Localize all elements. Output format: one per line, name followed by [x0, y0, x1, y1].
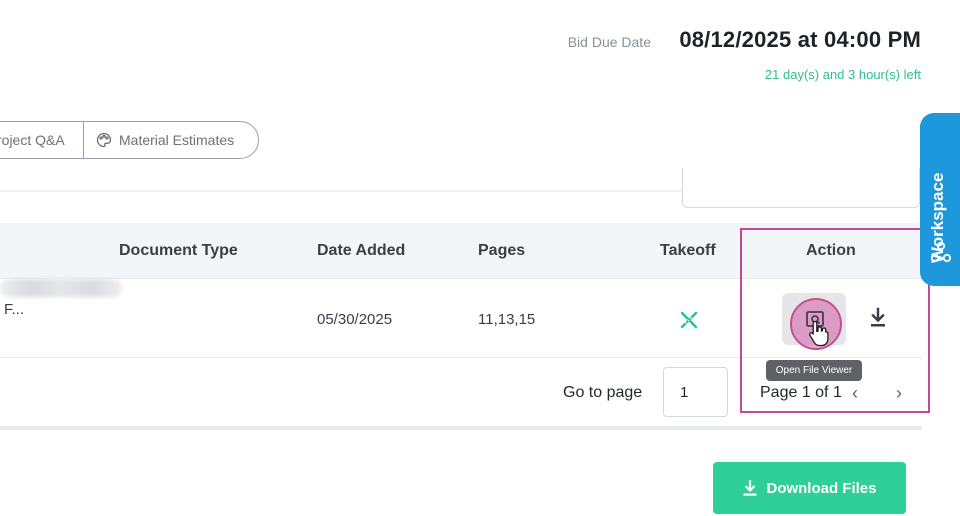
tab-material-estimates-label: Material Estimates	[119, 132, 235, 148]
col-takeoff: Takeoff	[660, 242, 716, 259]
cell-date-added: 05/30/2025	[317, 311, 393, 328]
cell-pages: 11,13,15	[478, 311, 536, 328]
cell-document-type-redacted	[0, 279, 122, 297]
workspace-tab[interactable]: Workspace	[920, 113, 960, 286]
tab-project-qa-label: roject Q&A	[0, 132, 65, 148]
time-left-text: 21 day(s) and 3 hour(s) left	[764, 67, 921, 82]
bid-due-value: 08/12/2025 at 04:00 PM	[679, 27, 921, 52]
search-box[interactable]	[682, 168, 920, 208]
prev-page-button[interactable]: ‹	[852, 384, 858, 402]
tab-group: roject Q&A Material Estimates	[0, 121, 259, 159]
download-files-label: Download Files	[766, 479, 877, 497]
tab-material-estimates[interactable]: Material Estimates	[84, 122, 234, 158]
go-to-page-input[interactable]	[663, 367, 728, 417]
page-info: Page 1 of 1	[760, 384, 842, 401]
download-files-button[interactable]: Download Files	[713, 462, 906, 514]
col-pages[interactable]: Pages	[478, 242, 525, 260]
download-icon	[743, 480, 757, 496]
tooltip: Open File Viewer	[766, 360, 862, 381]
tab-project-qa[interactable]: roject Q&A	[0, 122, 84, 158]
bid-due-label: Bid Due Date	[567, 34, 651, 50]
col-document-type[interactable]: Document Type	[119, 242, 238, 260]
hand-cursor-icon	[809, 320, 829, 347]
go-to-page-label: Go to page	[563, 384, 643, 401]
table-row: F... 05/30/2025 11,13,15	[0, 279, 922, 358]
cell-document-name[interactable]: F...	[4, 301, 24, 318]
palette-icon	[96, 132, 112, 148]
next-page-button[interactable]: ›	[896, 384, 902, 402]
download-icon[interactable]	[868, 307, 888, 329]
table-bottom-divider	[0, 426, 922, 430]
workspace-icon	[930, 241, 952, 263]
col-action: Action	[806, 242, 856, 259]
ruler-pencil-icon[interactable]	[678, 309, 700, 331]
col-date-added[interactable]: Date Added	[317, 242, 405, 260]
table-header: Document Type Date Added Pages Takeoff A…	[0, 223, 922, 279]
